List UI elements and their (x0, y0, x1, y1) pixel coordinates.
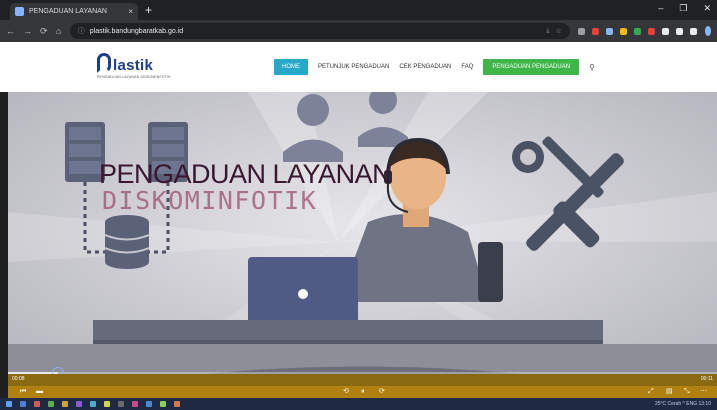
os-taskbar: 25°C Cerah ^ ENG 13:10 (0, 398, 717, 410)
hero-illustration (8, 92, 717, 386)
install-icon[interactable]: ⤓ (546, 27, 549, 35)
forward-icon[interactable]: → (23, 26, 32, 36)
profile-avatar[interactable] (704, 26, 711, 36)
taskbar-app-icon[interactable] (132, 401, 138, 407)
extension-icon[interactable] (633, 27, 641, 35)
time-elapsed: 00:08 (12, 376, 25, 382)
tab-bar: PENGADUAN LAYANAN × + – ❐ ✕ (0, 0, 717, 20)
search-icon[interactable]: ⚲ (589, 63, 595, 72)
rewind-icon[interactable]: ⟲ (343, 386, 349, 398)
extensions-row (577, 27, 697, 35)
extension-icon[interactable] (605, 27, 613, 35)
pause-icon[interactable]: ⏸ (361, 386, 365, 398)
logo-tagline: PENGADUAN LAYANAN DISKOMINFOTIK (97, 75, 171, 79)
skip-back-icon[interactable]: ⏮ (20, 386, 26, 398)
site-logo[interactable]: lastik PENGADUAN LAYANAN DISKOMINFOTIK (97, 53, 171, 79)
hero-subtitle: DISKOMINFOTIK (102, 186, 318, 215)
start-icon[interactable] (6, 401, 12, 407)
bookmark-star-icon[interactable]: ☆ (555, 27, 561, 35)
desk (93, 320, 603, 340)
subtitles-icon[interactable]: ▬ (36, 386, 43, 398)
nav-cek-pengaduan[interactable]: CEK PENGADUAN (399, 64, 451, 70)
playlist-icon[interactable]: ▤ (666, 386, 673, 398)
browser-window: PENGADUAN LAYANAN × + – ❐ ✕ ← → ⟳ ⌂ ⓘ pl… (0, 0, 717, 410)
minimize-icon[interactable]: – (658, 3, 663, 14)
extension-icon[interactable] (675, 27, 683, 35)
home-icon[interactable]: ⌂ (56, 26, 62, 36)
taskbar-app-icon[interactable] (90, 401, 96, 407)
taskbar-app-icon[interactable] (62, 401, 68, 407)
taskbar-app-icon[interactable] (160, 401, 166, 407)
taskbar-app-icon[interactable] (174, 401, 180, 407)
tab-close-icon[interactable]: × (128, 7, 133, 16)
taskbar-app-icon[interactable] (118, 401, 124, 407)
window-controls: – ❐ ✕ (658, 3, 711, 14)
omnibox-actions: ⤓ ☆ (546, 27, 561, 35)
taskbar-app-icon[interactable] (146, 401, 152, 407)
nav-faq[interactable]: FAQ (461, 64, 473, 70)
fullscreen-icon[interactable]: ⤡ (684, 386, 690, 398)
taskbar-app-icon[interactable] (48, 401, 54, 407)
extension-icon[interactable] (689, 27, 697, 35)
taskbar-app-icon[interactable] (34, 401, 40, 407)
taskbar-app-icon[interactable] (76, 401, 82, 407)
site-info-icon[interactable]: ⓘ (78, 26, 85, 36)
forward-icon[interactable]: ⟳ (379, 386, 385, 398)
new-tab-button[interactable]: + (145, 3, 152, 17)
taskbar-app-icon[interactable] (104, 401, 110, 407)
video-info-bar (8, 374, 717, 386)
nav-home[interactable]: HOME (274, 59, 308, 75)
edit-icon[interactable]: ⤢ (648, 386, 654, 398)
nav-petunjuk-pengaduan[interactable]: PETUNJUK PENGADUAN (318, 64, 389, 70)
taskbar-app-icon[interactable] (20, 401, 26, 407)
extension-icon[interactable] (591, 27, 599, 35)
main-nav: HOME PETUNJUK PENGADUAN CEK PENGADUAN FA… (274, 59, 595, 75)
extension-icon[interactable] (647, 27, 655, 35)
logo-wordmark: lastik (113, 57, 154, 74)
close-window-icon[interactable]: ✕ (703, 3, 711, 14)
maximize-icon[interactable]: ❐ (679, 3, 687, 14)
browser-tab[interactable]: PENGADUAN LAYANAN × (10, 3, 138, 20)
system-tray[interactable]: 25°C Cerah ^ ENG 13:10 (655, 401, 711, 407)
logo-p-mark (97, 53, 111, 73)
favicon-icon (15, 7, 24, 16)
time-total: 00:11 (700, 376, 713, 382)
more-icon[interactable]: ⋯ (700, 386, 707, 398)
address-bar[interactable]: ⓘ plastik.bandungbaratkab.go.id ⤓ ☆ (69, 23, 570, 39)
extension-icon[interactable] (577, 27, 585, 35)
url-text[interactable]: plastik.bandungbaratkab.go.id (90, 28, 183, 35)
extension-icon[interactable] (619, 27, 627, 35)
tab-title: PENGADUAN LAYANAN (29, 8, 107, 15)
extension-icon[interactable] (661, 27, 669, 35)
hero-video[interactable]: PENGADUAN LAYANAN DISKOMINFOTIK (8, 92, 717, 386)
site-header: lastik PENGADUAN LAYANAN DISKOMINFOTIK H… (0, 42, 717, 92)
database-icon (104, 215, 150, 269)
browser-toolbar: ← → ⟳ ⌂ ⓘ plastik.bandungbaratkab.go.id … (0, 20, 717, 42)
back-icon[interactable]: ← (6, 26, 15, 36)
reload-icon[interactable]: ⟳ (40, 26, 48, 37)
nav-cta-pengaduan[interactable]: PENGADUAN PENGADUAN (483, 59, 580, 75)
